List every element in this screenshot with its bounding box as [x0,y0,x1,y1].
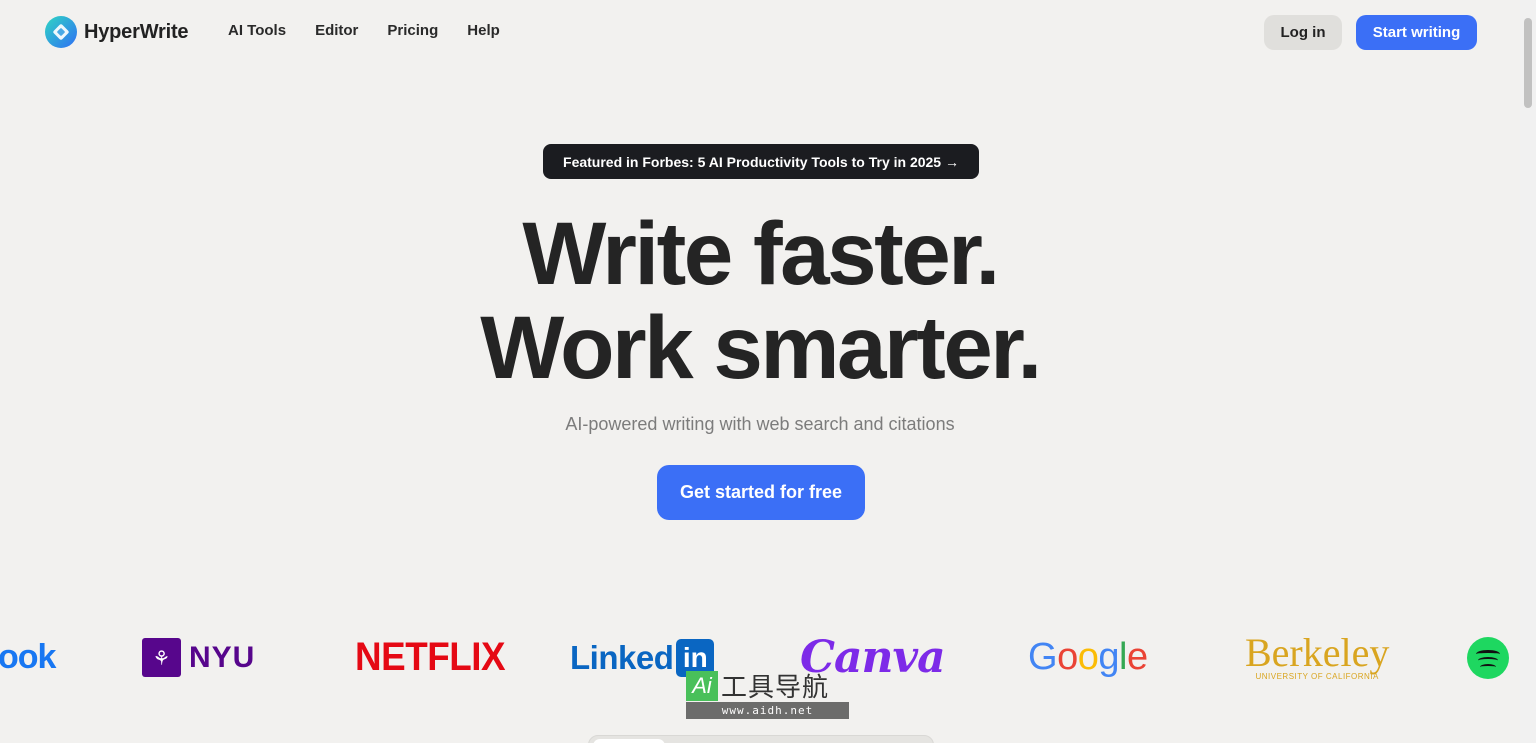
netflix-logo: NETFLIX [355,635,506,679]
get-started-button[interactable]: Get started for free [657,465,865,520]
hyperwrite-logo-icon [45,16,77,48]
hero-headline: Write faster. Work smarter. [0,206,1520,394]
nav-help[interactable]: Help [467,22,500,39]
watermark-text: 工具导航 [721,672,830,702]
nav-editor[interactable]: Editor [315,22,358,39]
google-logo: Google [1028,636,1148,678]
nav-ai-tools[interactable]: AI Tools [228,22,286,39]
headline-line-2: Work smarter. [480,297,1042,397]
watermark-ai-badge: Ai [686,670,718,701]
spotify-icon [1467,636,1509,679]
page-scrollbar[interactable] [1520,0,1536,743]
nyu-logo-text: NYU [189,640,256,674]
linkedin-logo-text: Linked [570,638,674,676]
berkeley-logo-subtext: UNIVERSITY OF CALIFORNIA [1255,672,1379,681]
login-button[interactable]: Log in [1264,15,1342,50]
nyu-torch-icon: ⚘ [142,638,181,677]
nav-pricing[interactable]: Pricing [387,22,438,39]
main-nav: AI Tools Editor Pricing Help [228,22,500,39]
nyu-logo: ⚘ NYU [142,620,255,695]
berkeley-logo: Berkeley UNIVERSITY OF CALIFORNIA [1245,620,1389,695]
headline-line-1: Write faster. [522,203,1000,303]
spotify-logo [1467,620,1509,695]
page: HyperWrite AI Tools Editor Pricing Help … [0,0,1536,743]
aidh-watermark: Ai 工具导航 www.aidh.net [686,669,849,719]
brand-link[interactable]: HyperWrite [45,16,189,48]
feature-tab-active[interactable] [593,739,665,743]
forbes-announcement-link[interactable]: Featured in Forbes: 5 AI Productivity To… [543,144,979,179]
watermark-url: www.aidh.net [686,702,849,719]
brand-name: HyperWrite [84,20,189,43]
feature-tabs-partial[interactable] [588,735,934,743]
scrollbar-thumb[interactable] [1524,18,1532,108]
start-writing-button[interactable]: Start writing [1356,15,1477,50]
hero-subtitle: AI-powered writing with web search and c… [565,414,955,434]
facebook-logo: ook [0,638,56,676]
berkeley-logo-text: Berkeley [1245,630,1390,675]
site-header: HyperWrite AI Tools Editor Pricing Help … [0,0,1520,64]
